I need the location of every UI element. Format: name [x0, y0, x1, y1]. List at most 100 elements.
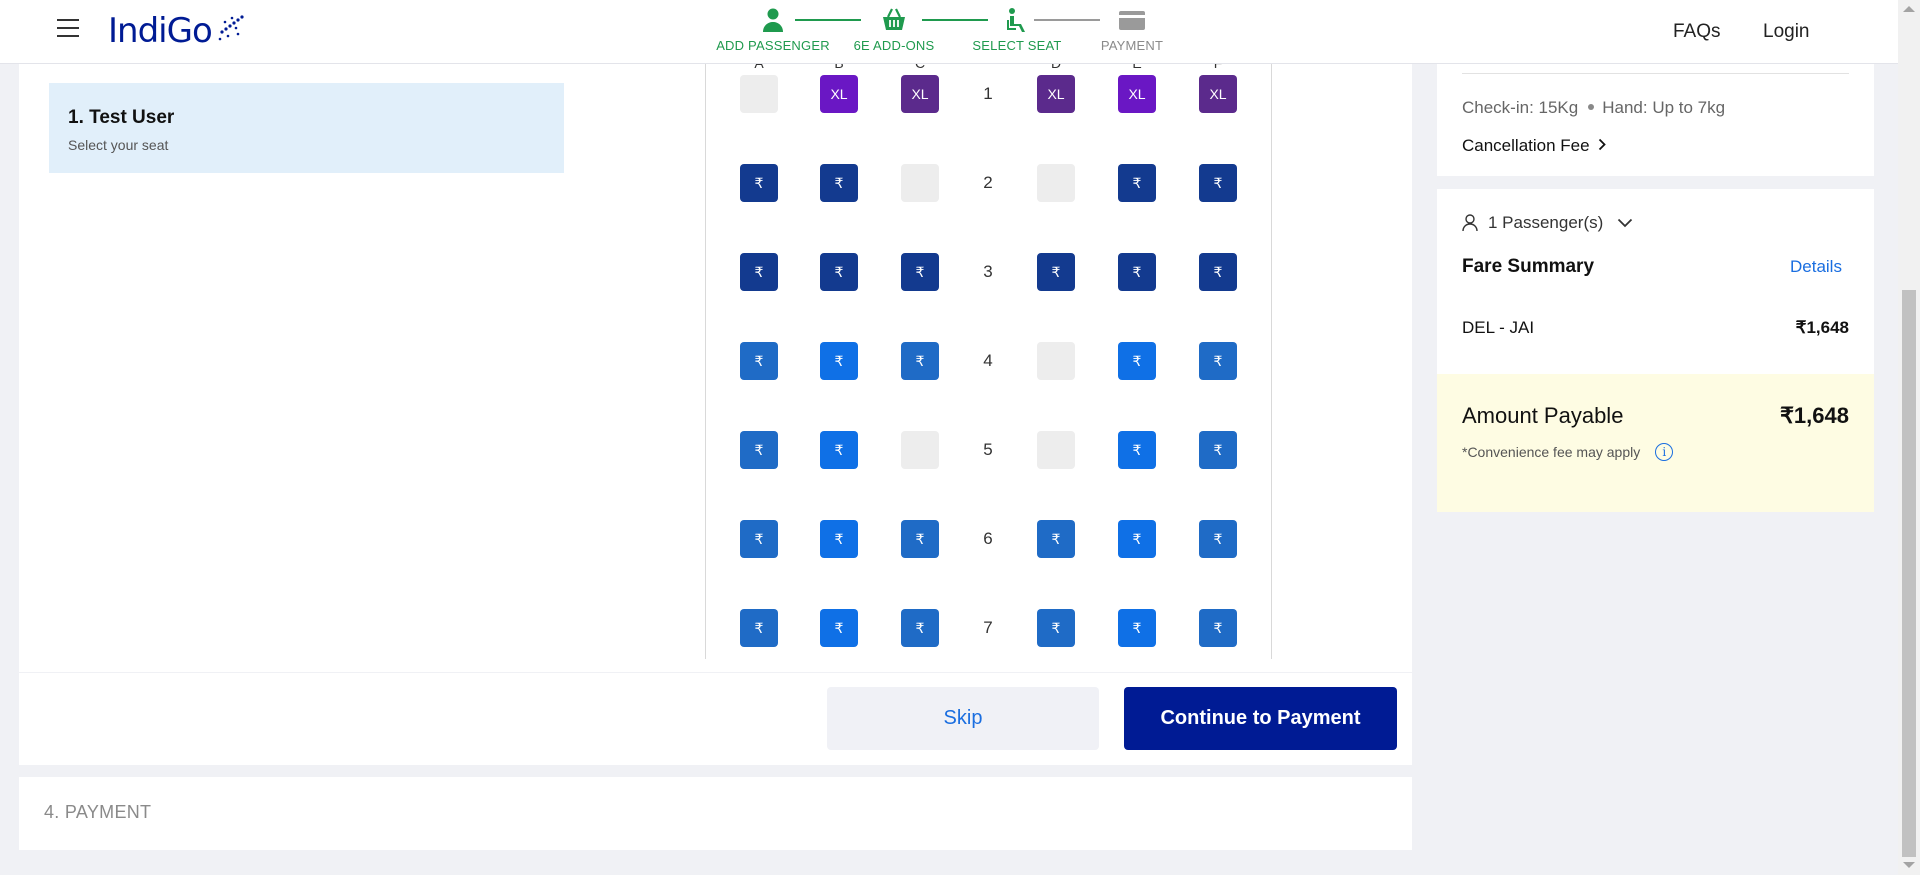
- seat-2A[interactable]: ₹: [740, 164, 778, 202]
- seat-7C[interactable]: ₹: [901, 609, 939, 647]
- logo-text: IndiGo: [108, 11, 213, 51]
- seat-7B[interactable]: ₹: [820, 609, 858, 647]
- scroll-down-arrow-icon[interactable]: [1903, 862, 1915, 868]
- seat-6C[interactable]: ₹: [901, 520, 939, 558]
- amount-payable-value: ₹1,648: [1779, 403, 1849, 428]
- login-link[interactable]: Login: [1763, 21, 1810, 43]
- seat-3A[interactable]: ₹: [740, 253, 778, 291]
- seat-5D: [1037, 431, 1075, 469]
- skip-button[interactable]: Skip: [827, 687, 1099, 750]
- amount-payable-label: Amount Payable: [1462, 403, 1624, 428]
- column-letter: B: [820, 64, 858, 71]
- seat-1B[interactable]: XL: [820, 75, 858, 113]
- seat-column-letters: A B C D E F: [706, 64, 1271, 71]
- seat-3E[interactable]: ₹: [1118, 253, 1156, 291]
- seat-5F[interactable]: ₹: [1199, 431, 1237, 469]
- fare-summary-title: Fare Summary: [1462, 256, 1595, 277]
- step-label: 6E ADD-ONS: [853, 38, 935, 53]
- seat-5B[interactable]: ₹: [820, 431, 858, 469]
- column-letter: E: [1118, 64, 1156, 71]
- continue-to-payment-button[interactable]: Continue to Payment: [1124, 687, 1397, 750]
- seat-6A[interactable]: ₹: [740, 520, 778, 558]
- seat-6E[interactable]: ₹: [1118, 520, 1156, 558]
- passenger-card[interactable]: 1. Test User Select your seat: [49, 83, 564, 173]
- row-number: 1: [983, 84, 993, 103]
- seat-3B[interactable]: ₹: [820, 253, 858, 291]
- payment-section[interactable]: 4. PAYMENT: [19, 777, 1412, 850]
- convenience-fee-text: *Convenience fee may apply: [1462, 444, 1641, 460]
- seat-1A: [740, 75, 778, 113]
- step-select-seat[interactable]: SELECT SEAT: [970, 6, 1064, 53]
- passenger-count-label: 1 Passenger(s): [1488, 213, 1604, 232]
- seat-5E[interactable]: ₹: [1118, 431, 1156, 469]
- seat-1F[interactable]: XL: [1199, 75, 1237, 113]
- card-icon: [1119, 11, 1145, 30]
- seat-4A[interactable]: ₹: [740, 342, 778, 380]
- step-addons[interactable]: 6E ADD-ONS: [852, 6, 936, 53]
- separator-dot: [1588, 104, 1595, 111]
- faqs-link[interactable]: FAQs: [1673, 21, 1721, 43]
- basket-icon: [883, 8, 905, 30]
- seat-3C[interactable]: ₹: [901, 253, 939, 291]
- seat-6D[interactable]: ₹: [1037, 520, 1075, 558]
- seat-7F[interactable]: ₹: [1199, 609, 1237, 647]
- plane-logo-icon: [218, 15, 244, 41]
- scrollbar-thumb[interactable]: [1902, 290, 1916, 857]
- seat-4E[interactable]: ₹: [1118, 342, 1156, 380]
- column-letter: A: [740, 64, 778, 71]
- chevron-right-icon: [1599, 138, 1607, 151]
- seat-2E[interactable]: ₹: [1118, 164, 1156, 202]
- row-number: 6: [983, 529, 993, 548]
- checkin-baggage: Check-in: 15Kg: [1462, 98, 1579, 117]
- top-header: IndiGo ADD PASSENGER 6E ADD-ONS SELECT S…: [0, 0, 1898, 64]
- scroll-up-arrow-icon[interactable]: [1903, 6, 1915, 12]
- column-letter: F: [1199, 64, 1237, 71]
- fare-details-link[interactable]: Details: [1790, 257, 1842, 277]
- seat-3F[interactable]: ₹: [1199, 253, 1237, 291]
- baggage-card: [1437, 64, 1874, 176]
- step-connector: [1034, 19, 1100, 21]
- seat-icon: [1007, 8, 1025, 32]
- seat-4F[interactable]: ₹: [1199, 342, 1237, 380]
- seat-2C: [901, 164, 939, 202]
- seat-5C: [901, 431, 939, 469]
- seat-3D[interactable]: ₹: [1037, 253, 1075, 291]
- info-icon[interactable]: i: [1655, 443, 1674, 461]
- seat-2B[interactable]: ₹: [820, 164, 858, 202]
- passenger-count-dropdown[interactable]: 1 Passenger(s): [1462, 213, 1643, 233]
- row-number: 7: [983, 618, 993, 637]
- baggage-info: Check-in: 15Kg Hand: Up to 7kg: [1462, 98, 1725, 118]
- seat-6B[interactable]: ₹: [820, 520, 858, 558]
- seat-4B[interactable]: ₹: [820, 342, 858, 380]
- seat-6F[interactable]: ₹: [1199, 520, 1237, 558]
- user-icon: [1462, 214, 1478, 232]
- seat-7D[interactable]: ₹: [1037, 609, 1075, 647]
- seat-7A[interactable]: ₹: [740, 609, 778, 647]
- step-add-passenger[interactable]: ADD PASSENGER: [716, 6, 830, 53]
- seat-1C[interactable]: XL: [901, 75, 939, 113]
- seat-1D[interactable]: XL: [1037, 75, 1075, 113]
- indigo-logo[interactable]: IndiGo: [108, 11, 246, 51]
- step-label: ADD PASSENGER: [716, 38, 830, 53]
- seat-4C[interactable]: ₹: [901, 342, 939, 380]
- row-number: 4: [983, 351, 993, 370]
- page-scrollbar[interactable]: [1898, 0, 1920, 875]
- step-payment: PAYMENT: [1098, 6, 1166, 53]
- cancellation-fee-label: Cancellation Fee: [1462, 136, 1590, 155]
- seat-1E[interactable]: XL: [1118, 75, 1156, 113]
- chevron-down-icon: [1618, 218, 1633, 228]
- cancellation-fee-link[interactable]: Cancellation Fee: [1462, 136, 1607, 156]
- menu-icon[interactable]: [57, 19, 79, 39]
- step-label: PAYMENT: [1100, 38, 1164, 53]
- booking-progress: ADD PASSENGER 6E ADD-ONS SELECT SEAT PAY…: [716, 6, 1166, 58]
- passenger-seat-hint: Select your seat: [68, 137, 169, 153]
- seat-2D: [1037, 164, 1075, 202]
- row-number: 3: [983, 262, 993, 281]
- seat-7E[interactable]: ₹: [1118, 609, 1156, 647]
- seat-map: A B C D E F XL XL XL XL XL 1 ₹ ₹ ₹ ₹2 ₹ ₹ ₹ ₹ ₹ ₹3 ₹ ₹ ₹ ₹ ₹4 ₹ ₹ ₹ ₹…: [705, 64, 1272, 659]
- passenger-name: 1. Test User: [68, 107, 175, 128]
- seat-2F[interactable]: ₹: [1199, 164, 1237, 202]
- column-letter: C: [901, 64, 939, 71]
- seat-5A[interactable]: ₹: [740, 431, 778, 469]
- step-label: SELECT SEAT: [972, 38, 1062, 53]
